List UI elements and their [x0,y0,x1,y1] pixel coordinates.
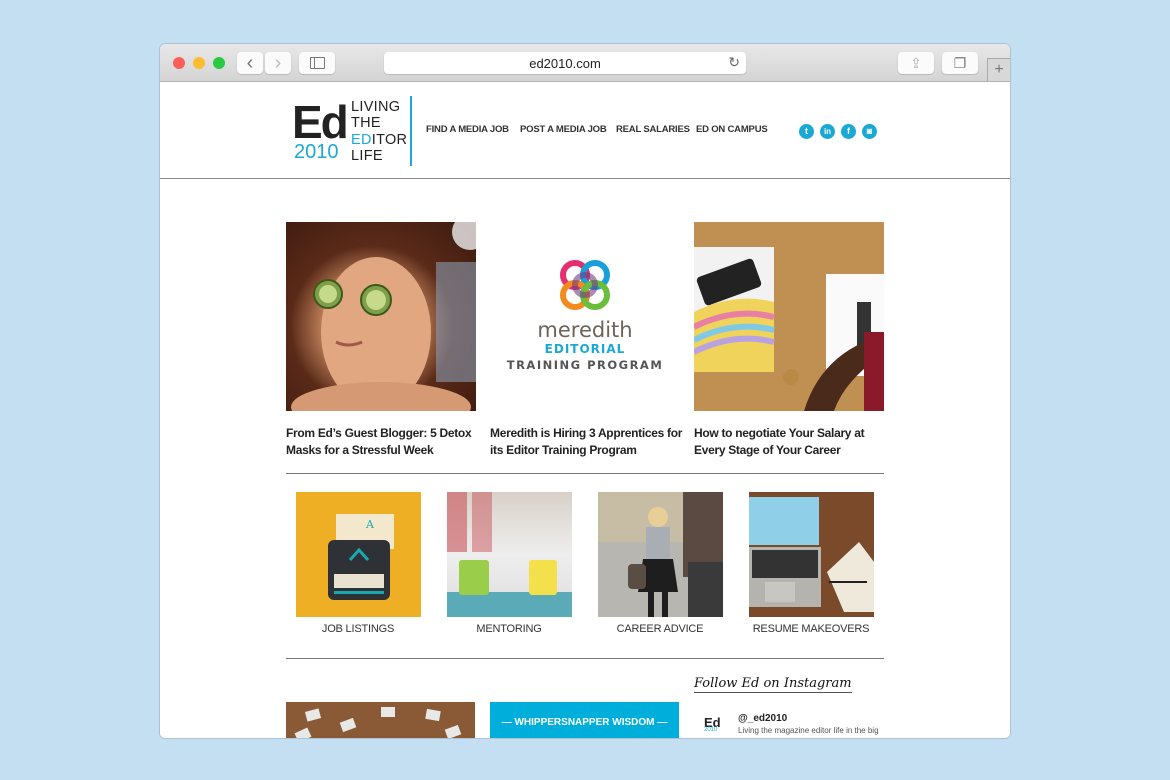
close-window-button[interactable] [173,57,185,69]
whippersnapper-wisdom-banner[interactable]: — WHIPPERSNAPPER WISDOM — [490,702,679,738]
category-label-resume-makeovers[interactable]: RESUME MAKEOVERS [736,623,886,635]
minimize-window-button[interactable] [193,57,205,69]
twitter-icon[interactable]: t [799,124,814,139]
meredith-logo-training: TRAINING PROGRAM [507,358,664,372]
plus-icon: + [994,61,1004,78]
facebook-icon[interactable]: f [841,124,856,139]
header-divider [160,178,1010,179]
typewriter-illustration: A [328,514,394,600]
web-page: Ed 2010 LIVING THE EDITOR LIFE FIND A ME… [160,82,1010,738]
logo-tag-ed: ED [351,131,372,148]
desk-phone-notebook-photo [694,222,884,411]
two-mugs-photo [447,492,572,617]
chevron-left-icon: ‹ [246,52,254,74]
back-button[interactable]: ‹ [237,52,263,74]
bottom-image-scrabble-tiles[interactable] [286,702,475,738]
new-tab-button[interactable]: + [987,58,1010,81]
nav-real-salaries[interactable]: REAL SALARIES [616,124,690,135]
avatar-logo-year: 2010 [704,727,718,733]
featured-image-salary[interactable] [694,222,884,411]
woman-on-phone-photo [598,492,723,617]
category-image-mentoring[interactable] [447,492,572,617]
featured-title-meredith[interactable]: Meredith is Hiring 3 Apprentices for its… [490,425,685,459]
instagram-avatar[interactable]: Ed 2010 [704,714,734,734]
logo-tag-line: LIVING [351,99,401,115]
featured-image-detox[interactable] [286,222,476,411]
meredith-logo-word: meredith [537,318,632,342]
linkedin-icon[interactable]: in [820,124,835,139]
tabs-icon: ❐ [953,54,967,71]
nav-find-a-media-job[interactable]: FIND A MEDIA JOB [426,124,509,135]
nav-post-a-media-job[interactable]: POST A MEDIA JOB [520,124,607,135]
letter-tiles-photo [294,707,462,738]
share-button[interactable]: ⇪ [898,52,934,74]
category-label-mentoring[interactable]: MENTORING [434,623,584,635]
section-divider [286,658,884,659]
meredith-logo: meredith EDITORIAL TRAINING PROGRAM [507,260,664,372]
category-label-job-listings[interactable]: JOB LISTINGS [283,623,433,635]
logo-tag-itor: ITOR [371,131,408,148]
zoom-window-button[interactable] [213,57,225,69]
laptop-notebook-photo [749,497,874,612]
logo-tagline: LIVING THE EDITOR LIFE [351,99,407,164]
category-image-job-listings[interactable]: A [296,492,421,617]
sidebar-icon [309,57,325,69]
featured-title-salary[interactable]: How to negotiate Your Salary at Every St… [694,425,889,459]
woman-cucumber-mask-photo [291,222,476,411]
category-label-career-advice[interactable]: CAREER ADVICE [585,623,735,635]
logo-year: 2010 [294,141,339,163]
url-text: ed2010.com [529,56,601,71]
tabs-overview-button[interactable]: ❐ [942,52,978,74]
logo-tag-line: THE [351,115,381,132]
logo-ed: Ed [292,96,349,148]
forward-button[interactable]: › [265,52,291,74]
logo-tag-line: EDITOR [351,132,407,148]
browser-window: ‹ › ed2010.com ↻ ⇪ ❐ + Ed 2010 LIVING TH… [160,44,1010,738]
browser-toolbar: ‹ › ed2010.com ↻ ⇪ ❐ + [160,44,1010,82]
reload-icon[interactable]: ↻ [728,54,740,71]
meredith-logo-editorial: EDITORIAL [545,342,626,356]
nav-ed-on-campus[interactable]: ED ON CAMPUS [696,124,768,135]
site-logo[interactable]: Ed 2010 LIVING THE EDITOR LIFE [292,96,417,168]
logo-divider [410,96,412,166]
instagram-bio: Living the magazine editor life in the b… [738,726,879,735]
category-image-career-advice[interactable] [598,492,723,617]
share-icon: ⇪ [910,54,922,71]
featured-image-meredith[interactable]: meredith EDITORIAL TRAINING PROGRAM [490,222,680,411]
instagram-handle[interactable]: @_ed2010 [738,713,787,724]
category-image-resume-makeovers[interactable] [749,492,874,617]
section-divider [286,473,884,474]
svg-text:A: A [365,518,375,531]
instagram-icon[interactable]: ◙ [862,124,877,139]
featured-title-detox[interactable]: From Ed’s Guest Blogger: 5 Detox Masks f… [286,425,481,459]
chevron-right-icon: › [274,52,282,74]
instagram-section-title: Follow Ed on Instagram [694,676,852,693]
sidebar-button[interactable] [299,52,335,74]
logo-tag-line: LIFE [351,147,383,164]
address-bar[interactable]: ed2010.com ↻ [384,52,746,74]
